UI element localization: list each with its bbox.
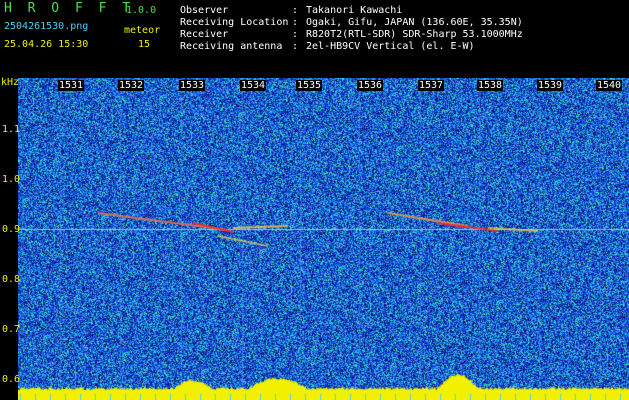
info-label-antenna: Receiving antenna	[180, 41, 283, 52]
filename-label: 2504261530.png	[4, 21, 89, 32]
x-tick-1537: 1537	[418, 80, 445, 91]
info-value-receiver: R820T2(RTL-SDR) SDR-Sharp 53.1000MHz	[306, 29, 523, 40]
info-sep-1: :	[292, 5, 299, 16]
x-tick-1532: 1532	[118, 80, 145, 91]
app-version: 1.0.0	[126, 5, 157, 16]
info-sep-2: :	[292, 17, 299, 28]
info-label-observer: Observer	[180, 5, 229, 16]
x-tick-1539: 1539	[537, 80, 564, 91]
y-tick-0.9: 0.9	[2, 224, 21, 235]
info-value-location: Ogaki, Gifu, JAPAN (136.60E, 35.35N)	[306, 17, 523, 28]
x-tick-1533: 1533	[179, 80, 206, 91]
x-tick-1540: 1540	[596, 80, 623, 91]
x-tick-1536: 1536	[357, 80, 384, 91]
spectrogram	[18, 78, 629, 400]
y-tick-1.1: 1.1	[2, 124, 21, 135]
info-sep-3: :	[292, 29, 299, 40]
info-value-observer: Takanori Kawachi	[306, 5, 403, 16]
info-value-antenna: 2el-HB9CV Vertical (el. E-W)	[306, 41, 475, 52]
x-tick-1535: 1535	[296, 80, 323, 91]
x-tick-1531: 1531	[58, 80, 85, 91]
y-tick-0.6: 0.6	[2, 374, 21, 385]
y-axis: kHz 1.1 1.0 0.9 0.8 0.7 0.6	[0, 77, 21, 400]
datetime-label: 25.04.26 15:30	[4, 39, 89, 50]
y-tick-1.0: 1.0	[2, 174, 21, 185]
info-label-location: Receiving Location	[180, 17, 289, 28]
y-tick-0.8: 0.8	[2, 274, 21, 285]
meteor-count-value: 15	[138, 39, 151, 50]
info-sep-4: :	[292, 41, 299, 52]
y-tick-0.7: 0.7	[2, 324, 21, 335]
header-panel: H R O F F T 1.0.0 2504261530.png 25.04.2…	[0, 0, 629, 78]
app-title: H R O F F T	[4, 1, 135, 16]
y-axis-unit: kHz	[1, 77, 20, 88]
x-tick-1538: 1538	[477, 80, 504, 91]
meteor-count-label: meteor	[124, 25, 161, 36]
x-tick-1534: 1534	[240, 80, 267, 91]
info-label-receiver: Receiver	[180, 29, 229, 40]
